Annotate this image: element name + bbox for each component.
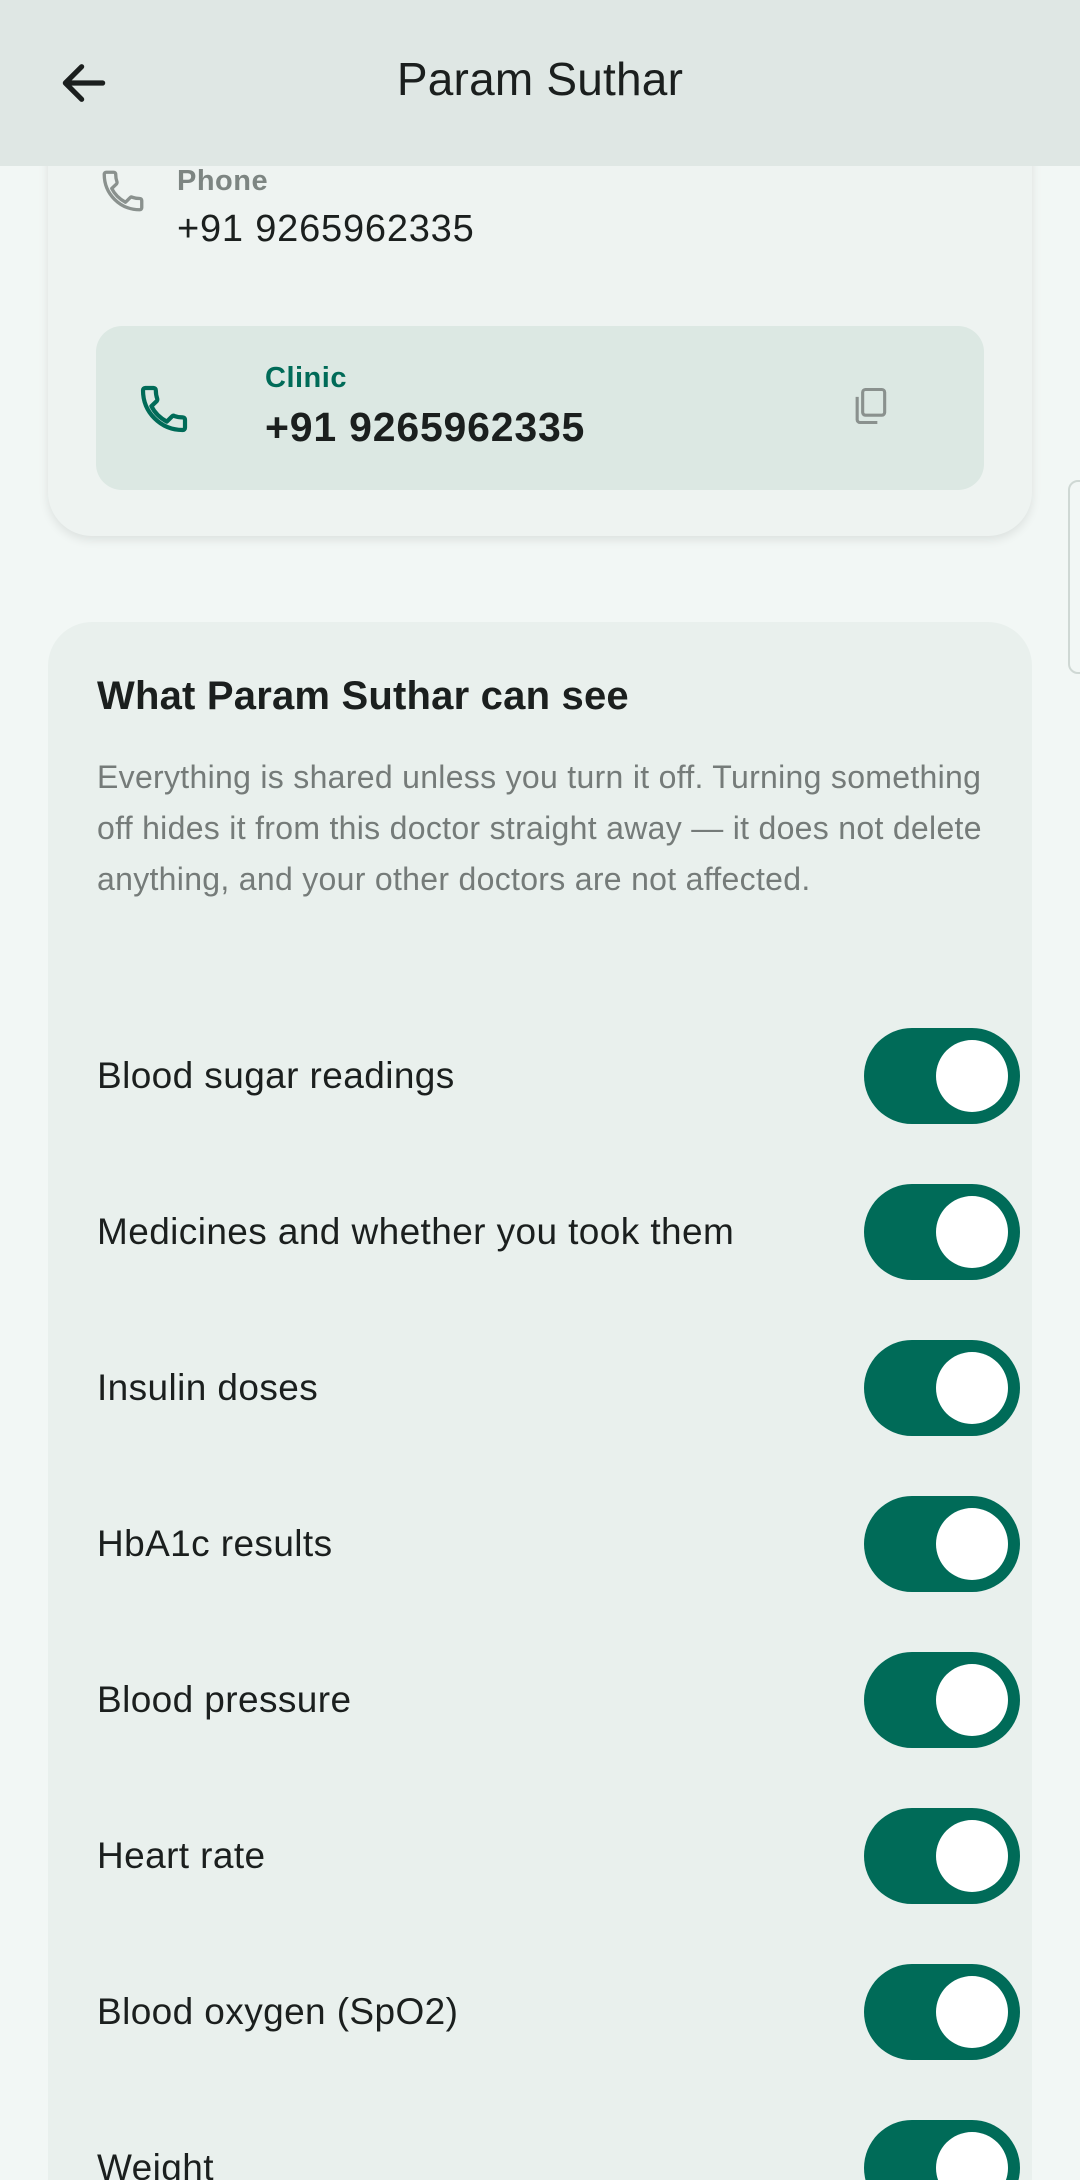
toggle-row-hba1c: HbA1c results	[97, 1494, 1021, 1594]
toggle-row-blood-oxygen: Blood oxygen (SpO2)	[97, 1962, 1021, 2062]
copy-icon[interactable]	[848, 384, 892, 428]
switch-knob	[936, 1508, 1008, 1580]
medicines-switch[interactable]	[864, 1184, 1020, 1280]
phone-label: Phone	[177, 165, 269, 197]
toggle-row-weight: Weight	[97, 2118, 1021, 2180]
toggle-label: Weight	[97, 2147, 214, 2180]
weight-switch[interactable]	[864, 2120, 1020, 2180]
toggle-label: Insulin doses	[97, 1367, 319, 1408]
switch-knob	[936, 1040, 1008, 1112]
phone-value: +91 9265962335	[177, 208, 475, 250]
clinic-label: Clinic	[265, 362, 347, 394]
toggle-row-blood-sugar: Blood sugar readings	[97, 1026, 1021, 1126]
insulin-switch[interactable]	[864, 1340, 1020, 1436]
toggle-label: Medicines and whether you took them	[97, 1211, 735, 1252]
heart-rate-switch[interactable]	[864, 1808, 1020, 1904]
switch-knob	[936, 1664, 1008, 1736]
toggle-label: Blood pressure	[97, 1679, 352, 1720]
app-bar: Param Suthar	[0, 0, 1080, 166]
switch-knob	[936, 1352, 1008, 1424]
phone-icon	[140, 385, 188, 433]
sharing-card: What Param Suthar can see Everything is …	[48, 622, 1032, 2180]
switch-knob	[936, 1196, 1008, 1268]
toggle-row-heart-rate: Heart rate	[97, 1806, 1021, 1906]
toggle-label: HbA1c results	[97, 1523, 333, 1564]
section-title: What Param Suthar can see	[97, 674, 629, 718]
page: Phone +91 9265962335 Clinic +91 92659623…	[0, 0, 1080, 2180]
blood-pressure-switch[interactable]	[864, 1652, 1020, 1748]
toggle-row-blood-pressure: Blood pressure	[97, 1650, 1021, 1750]
switch-knob	[936, 1976, 1008, 2048]
switch-knob	[936, 1820, 1008, 1892]
toggle-row-insulin: Insulin doses	[97, 1338, 1021, 1438]
hba1c-switch[interactable]	[864, 1496, 1020, 1592]
page-title: Param Suthar	[396, 53, 684, 105]
section-description: Everything is shared unless you turn it …	[97, 759, 982, 897]
toggle-label: Heart rate	[97, 1835, 266, 1876]
switch-knob	[936, 2132, 1008, 2180]
toggle-row-medicines: Medicines and whether you took them	[97, 1182, 1021, 1282]
blood-sugar-switch[interactable]	[864, 1028, 1020, 1124]
clinic-phone-value: +91 9265962335	[265, 404, 586, 450]
toggle-label: Blood sugar readings	[97, 1055, 455, 1096]
phone-icon	[102, 170, 144, 212]
blood-oxygen-switch[interactable]	[864, 1964, 1020, 2060]
toggle-label: Blood oxygen (SpO2)	[97, 1991, 459, 2032]
side-scroll-handle[interactable]	[1068, 480, 1080, 674]
